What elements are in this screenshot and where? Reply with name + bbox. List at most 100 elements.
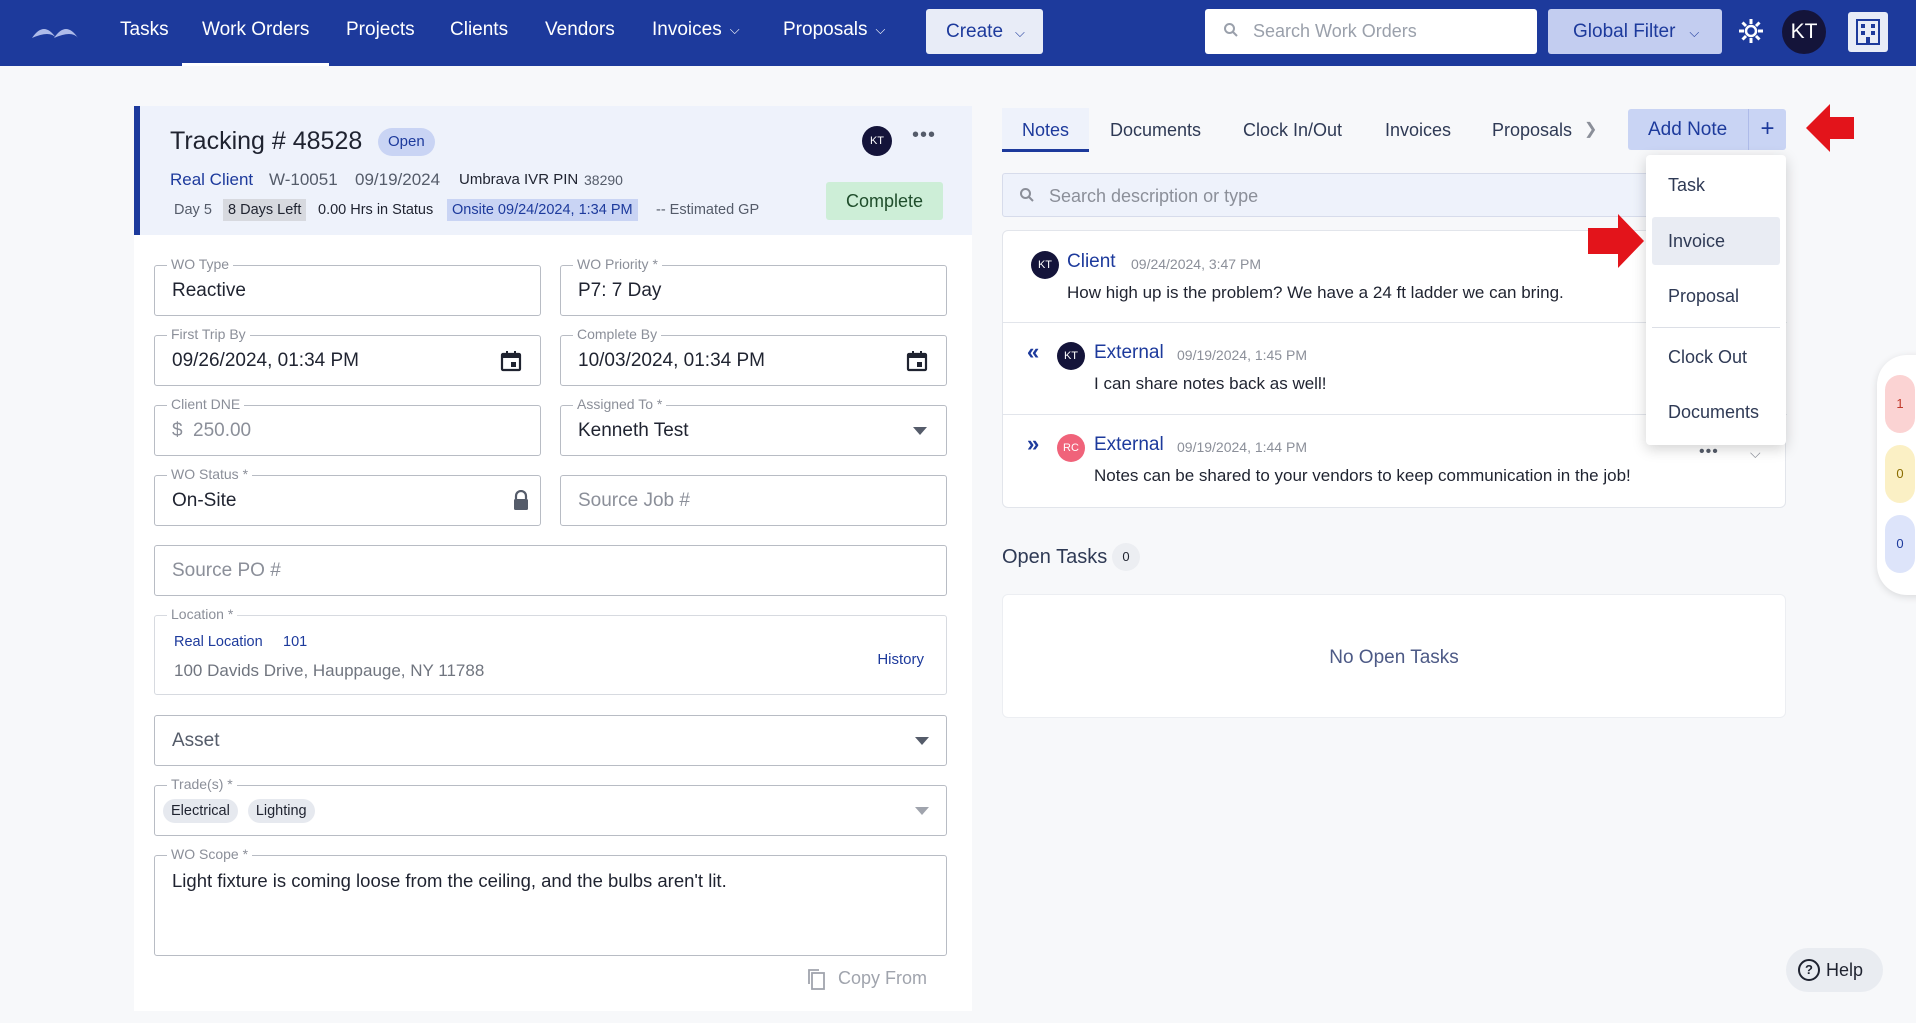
note-text: I can share notes back as well!: [1094, 374, 1327, 393]
search-work-orders-input[interactable]: Search Work Orders: [1205, 9, 1537, 54]
chevron-down-icon: ⌵: [875, 22, 886, 37]
assigned-to-label: Assigned To *: [573, 396, 667, 412]
create-label: Create: [946, 21, 1004, 42]
tabs-scroll-right-icon[interactable]: ❯: [1584, 108, 1597, 152]
trades-select[interactable]: Trade(s) * Electrical Lighting: [154, 776, 947, 836]
note-more-icon[interactable]: •••: [1699, 443, 1719, 461]
more-options-icon[interactable]: •••: [912, 124, 936, 147]
plus-icon[interactable]: +: [1748, 109, 1786, 150]
trades-tags: Electrical Lighting: [163, 799, 325, 823]
first-trip-field[interactable]: First Trip By 09/26/2024, 01:34 PM: [154, 326, 541, 386]
wo-scope-value: Light fixture is coming loose from the c…: [172, 870, 727, 891]
lock-icon: [514, 490, 528, 510]
tab-notes[interactable]: Notes: [1002, 108, 1090, 152]
counter-red[interactable]: 1: [1885, 375, 1915, 433]
days-left-badge: 8 Days Left: [223, 199, 307, 221]
wo-status-field[interactable]: WO Status * On-Site: [154, 466, 541, 526]
tab-documents[interactable]: Documents: [1110, 108, 1201, 152]
logo-icon[interactable]: [30, 18, 80, 42]
nav-work-orders[interactable]: Work Orders: [182, 0, 330, 66]
ivr-label: Umbrava IVR PIN: [459, 171, 579, 188]
menu-divider: [1652, 327, 1780, 328]
menu-item-proposal[interactable]: Proposal: [1652, 272, 1780, 320]
note-author: External: [1094, 434, 1164, 455]
assignee-avatar[interactable]: KT: [862, 126, 892, 156]
currency-symbol: $: [172, 420, 183, 441]
source-po-placeholder: Source PO #: [172, 560, 281, 581]
chevron-down-icon: ⌵: [1015, 25, 1025, 40]
wo-type-label: WO Type: [167, 256, 234, 272]
source-job-input[interactable]: Source Job #: [560, 475, 947, 526]
menu-item-task[interactable]: Task: [1652, 161, 1780, 209]
trades-label: Trade(s) *: [167, 776, 237, 792]
calendar-icon[interactable]: [499, 349, 523, 373]
wo-status-label: WO Status *: [167, 466, 253, 482]
complete-by-label: Complete By: [573, 326, 662, 342]
no-open-tasks-text: No Open Tasks: [1329, 647, 1459, 668]
nav-tasks[interactable]: Tasks: [120, 0, 169, 66]
global-filter-button[interactable]: Global Filter ⌵: [1548, 9, 1722, 54]
note-avatar: KT: [1057, 342, 1085, 370]
menu-item-invoice[interactable]: Invoice: [1652, 217, 1780, 265]
add-note-button[interactable]: Add Note +: [1628, 109, 1786, 150]
chevron-down-icon[interactable]: ⌵: [1750, 445, 1761, 462]
complete-button[interactable]: Complete: [826, 182, 943, 220]
client-dne-field[interactable]: Client DNE $ 250.00: [154, 396, 541, 456]
location-name[interactable]: Real Location: [174, 634, 263, 650]
search-placeholder: Search Work Orders: [1253, 21, 1417, 41]
note-avatar: KT: [1031, 251, 1059, 279]
note-time: 09/19/2024, 1:44 PM: [1177, 439, 1307, 455]
nav-invoices-label: Invoices: [652, 19, 722, 41]
assigned-to-select[interactable]: Assigned To * Kenneth Test: [560, 396, 947, 456]
nav-projects[interactable]: Projects: [346, 0, 415, 66]
notes-search-input[interactable]: Search description or type: [1002, 173, 1742, 217]
client-dne-label: Client DNE: [167, 396, 245, 412]
tab-proposals[interactable]: Proposals: [1492, 108, 1572, 152]
asset-select[interactable]: Asset: [154, 715, 947, 766]
tab-clock-in-out[interactable]: Clock In/Out: [1243, 108, 1342, 152]
counter-blue[interactable]: 0: [1885, 515, 1915, 573]
wo-priority-value: P7: 7 Day: [578, 280, 662, 301]
copy-from-button[interactable]: Copy From: [806, 968, 928, 990]
copy-from-label: Copy From: [838, 968, 928, 988]
dropdown-arrow-icon: [915, 807, 929, 815]
open-tasks-count: 0: [1112, 543, 1140, 571]
complete-by-value: 10/03/2024, 01:34 PM: [578, 350, 765, 371]
create-button[interactable]: Create ⌵: [926, 9, 1043, 54]
tab-invoices[interactable]: Invoices: [1385, 108, 1451, 152]
note-author: Client: [1067, 251, 1116, 272]
gear-icon[interactable]: [1737, 17, 1765, 45]
hrs-in-status: 0.00 Hrs in Status: [318, 202, 434, 218]
open-tasks-title: Open Tasks: [1002, 546, 1108, 568]
asset-placeholder: Asset: [172, 730, 220, 751]
trade-tag[interactable]: Lighting: [247, 799, 315, 823]
menu-item-documents[interactable]: Documents: [1652, 388, 1780, 436]
location-number: 101: [283, 634, 308, 650]
user-avatar[interactable]: KT: [1782, 10, 1826, 54]
building-icon[interactable]: [1848, 12, 1888, 52]
nav-clients[interactable]: Clients: [450, 0, 508, 66]
day-counter: Day 5: [174, 202, 212, 218]
wo-scope-textarea[interactable]: WO Scope * Light fixture is coming loose…: [154, 846, 947, 956]
client-link[interactable]: Real Client: [170, 170, 253, 190]
note-author: External: [1094, 342, 1164, 363]
calendar-icon[interactable]: [905, 349, 929, 373]
open-tasks-panel: No Open Tasks: [1002, 594, 1786, 718]
menu-item-clock-out[interactable]: Clock Out: [1652, 333, 1780, 381]
wo-priority-field[interactable]: WO Priority * P7: 7 Day: [560, 256, 947, 316]
history-link[interactable]: History: [877, 651, 924, 668]
nav-invoices[interactable]: Invoices ⌵: [652, 0, 740, 66]
trade-tag[interactable]: Electrical: [163, 799, 238, 823]
help-label: Help: [1826, 960, 1864, 980]
question-icon: ?: [1798, 959, 1820, 981]
counter-yellow[interactable]: 0: [1885, 445, 1915, 503]
nav-proposals[interactable]: Proposals ⌵: [783, 0, 885, 66]
add-note-menu: Task Invoice Proposal Clock Out Document…: [1646, 155, 1786, 445]
help-button[interactable]: ? Help: [1786, 948, 1883, 992]
wo-type-field[interactable]: WO Type Reactive: [154, 256, 541, 316]
nav-vendors[interactable]: Vendors: [545, 0, 615, 66]
source-po-input[interactable]: Source PO #: [154, 545, 947, 596]
note-time: 09/19/2024, 1:45 PM: [1177, 347, 1307, 363]
global-filter-label: Global Filter: [1573, 21, 1676, 42]
complete-by-field[interactable]: Complete By 10/03/2024, 01:34 PM: [560, 326, 947, 386]
